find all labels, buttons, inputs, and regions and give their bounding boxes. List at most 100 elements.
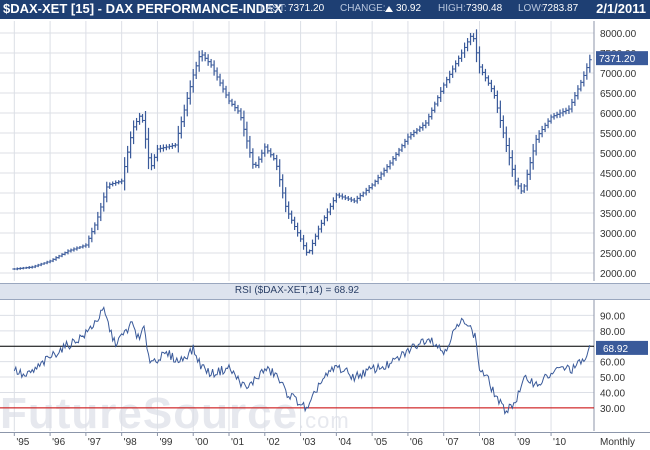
ohlc-bar bbox=[405, 133, 410, 145]
rsi-tick-label: 90.00 bbox=[600, 311, 625, 322]
ohlc-bar bbox=[295, 222, 300, 237]
ohlc-bar bbox=[396, 147, 401, 157]
ohlc-bar bbox=[507, 137, 512, 166]
ohlc-bar bbox=[134, 117, 139, 131]
ohlc-bar bbox=[417, 125, 422, 133]
ohlc-bar bbox=[137, 112, 142, 125]
ohlc-bar bbox=[391, 156, 396, 166]
rsi-panel: 30.0040.0050.0060.0070.0080.0090.0068.92 bbox=[0, 300, 648, 431]
interval-label: Monthly bbox=[600, 437, 635, 448]
ohlc-bar bbox=[247, 135, 252, 158]
ohlc-bar bbox=[486, 75, 491, 86]
ohlc-bar bbox=[558, 109, 563, 118]
x-tick-label: '95 bbox=[16, 437, 29, 448]
ohlc-bar bbox=[492, 85, 497, 99]
change-value: 30.92 bbox=[396, 3, 422, 14]
ohlc-bar bbox=[543, 122, 548, 133]
ohlc-bar bbox=[367, 185, 372, 193]
ohlc-bar bbox=[262, 143, 267, 157]
ohlc-bar bbox=[480, 64, 485, 76]
ohlc-bar bbox=[373, 179, 378, 187]
rsi-line bbox=[13, 305, 591, 416]
price-tick-label: 3500.00 bbox=[600, 209, 637, 220]
ohlc-bar bbox=[584, 63, 589, 80]
ohlc-bar bbox=[86, 235, 91, 248]
price-tick-label: 4500.00 bbox=[600, 169, 637, 180]
ohlc-bar bbox=[229, 98, 234, 107]
ohlc-bar bbox=[519, 183, 524, 194]
ohlc-bar bbox=[313, 233, 318, 247]
x-tick-label: '03 bbox=[303, 437, 316, 448]
ohlc-bar bbox=[513, 164, 518, 186]
x-tick-label: '00 bbox=[195, 437, 208, 448]
ohlc-bar bbox=[549, 114, 554, 124]
ohlc-bar bbox=[128, 131, 133, 159]
ohlc-bar bbox=[438, 87, 443, 102]
price-tick-label: 2000.00 bbox=[600, 269, 637, 280]
ohlc-bar bbox=[376, 174, 381, 185]
ohlc-bar bbox=[453, 60, 458, 73]
ohlc-bar bbox=[355, 195, 360, 204]
ohlc-bar bbox=[540, 125, 545, 138]
ohlc-bar bbox=[331, 197, 336, 210]
ohlc-bar bbox=[325, 208, 330, 222]
ohlc-bar bbox=[552, 113, 557, 120]
ohlc-bar bbox=[298, 229, 303, 242]
ohlc-bar bbox=[101, 192, 106, 212]
ohlc-bar bbox=[140, 114, 145, 123]
ohlc-bar bbox=[358, 193, 363, 201]
ohlc-bar bbox=[468, 33, 473, 46]
ohlc-bar bbox=[125, 145, 130, 173]
ohlc-bar bbox=[283, 187, 288, 213]
ohlc-bar bbox=[522, 184, 527, 193]
ohlc-bar bbox=[504, 126, 509, 152]
chart-date: 2/1/2011 bbox=[596, 1, 646, 16]
ohlc-bar bbox=[89, 227, 94, 243]
ohlc-bar bbox=[182, 104, 187, 128]
last-label: LAST: bbox=[260, 3, 287, 14]
ohlc-bar bbox=[450, 65, 455, 78]
price-tick-label: 2500.00 bbox=[600, 249, 637, 260]
ohlc-bar bbox=[498, 100, 503, 128]
ohlc-bar bbox=[402, 138, 407, 149]
ohlc-bar bbox=[483, 68, 488, 82]
chart-header: $DAX-XET [15] - DAX PERFORMANCE-INDEX LA… bbox=[0, 0, 650, 19]
ohlc-bar bbox=[209, 58, 214, 68]
ohlc-bar bbox=[382, 167, 387, 177]
x-tick-label: '98 bbox=[124, 437, 137, 448]
ohlc-bar bbox=[104, 181, 109, 203]
ohlc-bar bbox=[57, 254, 62, 259]
ohlc-bar bbox=[95, 211, 100, 231]
ohlc-bar bbox=[465, 38, 470, 52]
x-tick-label: '96 bbox=[52, 437, 65, 448]
price-tick-label: 4000.00 bbox=[600, 189, 637, 200]
ohlc-bar bbox=[122, 157, 127, 191]
x-tick-label: '04 bbox=[338, 437, 351, 448]
high-value: 7390.48 bbox=[466, 3, 503, 14]
ohlc-bar bbox=[215, 67, 220, 81]
ohlc-bar bbox=[259, 149, 264, 163]
x-tick-label: '99 bbox=[159, 437, 172, 448]
ohlc-bar bbox=[271, 152, 276, 161]
ohlc-bar bbox=[107, 182, 112, 189]
x-tick-label: '02 bbox=[267, 437, 280, 448]
ohlc-bar bbox=[560, 108, 565, 117]
ohlc-bar bbox=[286, 201, 291, 219]
ohlc-bar bbox=[471, 33, 476, 42]
ohlc-bar bbox=[146, 127, 151, 170]
ohlc-bar bbox=[364, 187, 369, 196]
ohlc-bar bbox=[420, 122, 425, 131]
price-tick-label: 3000.00 bbox=[600, 229, 637, 240]
ohlc-bar bbox=[423, 120, 428, 129]
price-tick-label: 5500.00 bbox=[600, 129, 637, 140]
ohlc-bar bbox=[578, 79, 583, 92]
price-panel: 2000.00 2500.00 3000.00 3500.00 4000.00 4500.… bbox=[0, 21, 648, 281]
x-tick-label: '06 bbox=[410, 437, 423, 448]
ohlc-bar bbox=[65, 249, 70, 255]
ohlc-bar bbox=[572, 92, 577, 106]
ohlc-bar bbox=[495, 90, 500, 113]
ohlc-bar bbox=[569, 98, 574, 113]
ohlc-bar bbox=[456, 55, 461, 67]
ohlc-bar bbox=[265, 144, 270, 154]
ohlc-bar bbox=[232, 100, 237, 112]
